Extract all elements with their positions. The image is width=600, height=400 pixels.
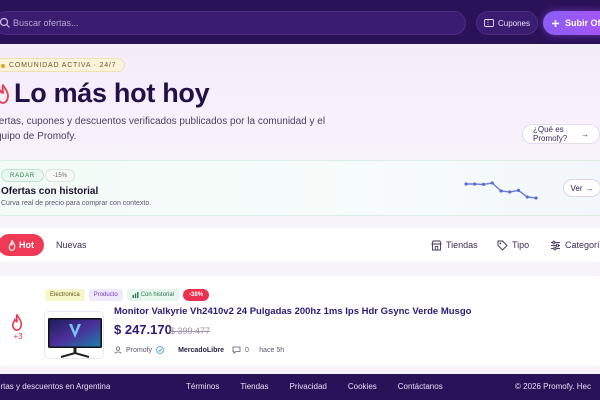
coupons-button[interactable]: Cupones bbox=[476, 11, 538, 35]
sparkline-point bbox=[516, 188, 521, 192]
deal-time: hace 5h bbox=[259, 346, 285, 354]
tag-icon bbox=[497, 240, 508, 251]
filter-tiendas[interactable]: Tiendas bbox=[431, 234, 478, 256]
user-icon bbox=[114, 346, 122, 354]
filter-tiendas-label: Tiendas bbox=[446, 240, 478, 250]
footer-links: Términos Tiendas Privacidad Cookies Cont… bbox=[186, 382, 443, 391]
arrow-right-icon: → bbox=[581, 129, 589, 139]
sparkline-point bbox=[534, 196, 538, 200]
sparkline-point bbox=[508, 190, 512, 194]
upload-offer-label: Subir Ofe bbox=[565, 18, 600, 28]
store-icon bbox=[431, 240, 442, 250]
sparkline-point bbox=[490, 181, 494, 185]
sliders-icon bbox=[551, 240, 560, 250]
radar-discount-tag: -15% bbox=[45, 169, 76, 182]
discount-badge: -38% bbox=[183, 289, 210, 301]
sparkline-point bbox=[473, 182, 477, 186]
deal-meta: Promofy MercadoLibre 0 · hace 5h bbox=[114, 344, 284, 356]
deal-store[interactable]: MercadoLibre bbox=[178, 347, 224, 354]
hero-section: COMUNIDAD ACTIVA · 24/7 Lo más hot hoy f… bbox=[0, 44, 600, 159]
coupons-label: Cupones bbox=[497, 18, 531, 28]
footer-link-terminos[interactable]: Términos bbox=[186, 382, 219, 391]
subtitle-line-2: quipo de Promofy. bbox=[0, 131, 77, 142]
sparkline-point bbox=[481, 182, 486, 186]
deal-old-price: $ 399.477 bbox=[170, 326, 211, 336]
search-icon bbox=[0, 17, 10, 28]
top-bar: Cupones Subir Ofe bbox=[0, 0, 600, 44]
footer-link-cookies[interactable]: Cookies bbox=[348, 382, 377, 391]
filter-bar: Hot Nuevas Tiendas Tipo Categorías bbox=[0, 228, 600, 262]
footer-link-tiendas[interactable]: Tiendas bbox=[240, 382, 268, 391]
deal-price: $ 247.170 bbox=[114, 322, 172, 337]
radar-view-label: Ver bbox=[570, 183, 583, 193]
fire-icon bbox=[0, 84, 9, 104]
footer-tagline: ertas y descuentos en Argentina bbox=[0, 382, 111, 391]
radar-tag: RADAR bbox=[1, 169, 45, 182]
search-box[interactable] bbox=[0, 11, 466, 35]
page-subtitle: fertas, cupones y descuentos verificados… bbox=[0, 114, 380, 144]
filter-categorias[interactable]: Categorías bbox=[550, 234, 600, 256]
deal-author[interactable]: Promofy bbox=[126, 347, 152, 354]
page-title: Lo más hot hoy bbox=[14, 78, 210, 108]
subtitle-line-1: fertas, cupones y descuentos verificados… bbox=[0, 116, 326, 127]
search-input[interactable] bbox=[13, 15, 453, 31]
sparkline-point bbox=[499, 189, 503, 193]
community-badge: COMUNIDAD ACTIVA · 24/7 bbox=[0, 58, 126, 72]
deal-title[interactable]: Monitor Valkyrie Vh2410v2 24 Pulgadas 20… bbox=[114, 306, 471, 317]
footer-link-contactanos[interactable]: Contáctanos bbox=[398, 382, 443, 391]
monitor-image bbox=[48, 318, 102, 358]
chart-icon bbox=[132, 292, 139, 298]
product-image[interactable] bbox=[44, 311, 104, 359]
arrow-right-icon: → bbox=[585, 183, 594, 193]
tab-nuevas[interactable]: Nuevas bbox=[56, 234, 87, 256]
footer-link-privacidad[interactable]: Privacidad bbox=[290, 382, 327, 391]
filter-tipo-label: Tipo bbox=[512, 240, 530, 250]
footer: ertas y descuentos en Argentina Términos… bbox=[0, 374, 600, 400]
tab-nuevas-label: Nuevas bbox=[56, 240, 87, 250]
status-dot bbox=[1, 64, 5, 68]
filter-categorias-label: Categorías bbox=[565, 240, 600, 250]
filter-tipo[interactable]: Tipo bbox=[497, 234, 529, 256]
comment-icon bbox=[232, 346, 241, 354]
sparkline-point bbox=[525, 195, 529, 199]
tab-hot-label: Hot bbox=[19, 240, 34, 250]
what-is-promofy-label: ¿Qué es Promofy? bbox=[533, 125, 568, 143]
plus-icon bbox=[552, 19, 559, 27]
deal-card[interactable]: +3 Electronica Producto Con historial -3… bbox=[0, 276, 600, 366]
fire-icon bbox=[8, 239, 16, 251]
hot-vote-icon[interactable] bbox=[10, 314, 24, 331]
deal-chips: Electronica Producto Con historial -38% bbox=[45, 289, 210, 301]
price-history-sparkline bbox=[464, 181, 538, 200]
tab-hot[interactable]: Hot bbox=[0, 234, 44, 256]
what-is-promofy-button[interactable]: ¿Qué es Promofy? → bbox=[522, 124, 600, 144]
sparkline-point bbox=[464, 182, 468, 186]
verified-icon bbox=[156, 346, 164, 354]
footer-copyright: © 2026 Promofy. Hec bbox=[515, 382, 591, 391]
type-chip: Producto bbox=[88, 289, 123, 301]
radar-title: Ofertas con historial bbox=[1, 186, 99, 197]
history-chip: Con historial bbox=[126, 289, 180, 301]
community-badge-label: COMUNIDAD ACTIVA · 24/7 bbox=[9, 61, 117, 69]
time-separator: · bbox=[252, 346, 256, 354]
comment-count[interactable]: 0 bbox=[245, 347, 249, 354]
radar-card[interactable]: RADAR -15% Ofertas con historial Curva r… bbox=[0, 160, 600, 216]
upload-offer-button[interactable]: Subir Ofe bbox=[543, 11, 600, 35]
history-chip-label: Con historial bbox=[140, 292, 175, 298]
vote-count: +3 bbox=[13, 332, 23, 341]
ticket-icon bbox=[484, 19, 494, 27]
radar-view-button[interactable]: Ver → bbox=[563, 179, 600, 197]
category-chip[interactable]: Electronica bbox=[45, 289, 85, 301]
radar-subtitle: Curva real de precio para comprar con co… bbox=[1, 200, 152, 207]
